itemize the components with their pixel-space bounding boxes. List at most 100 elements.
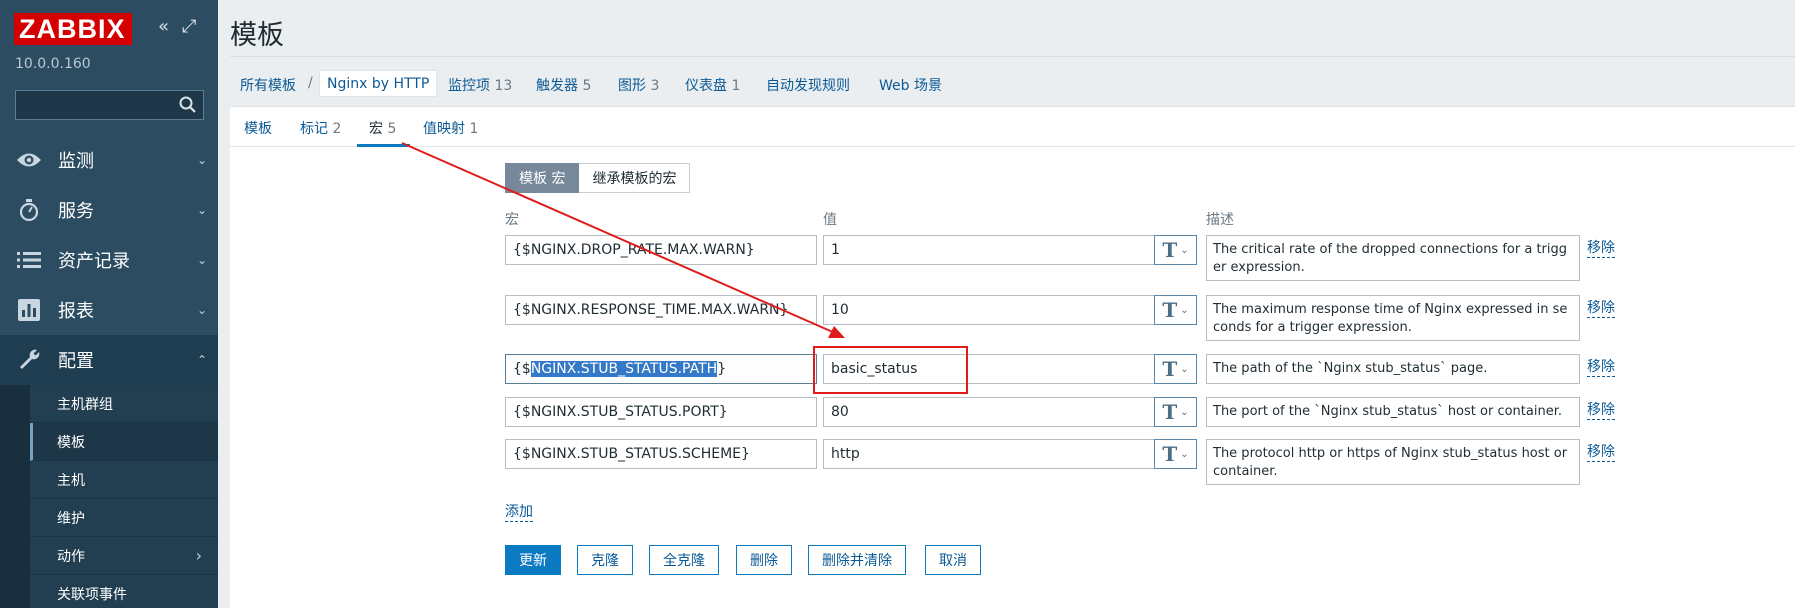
value-type-dropdown[interactable]: T ⌄	[1154, 235, 1197, 265]
submenu-label: 主机	[57, 472, 85, 489]
macro-value-input[interactable]: 80	[823, 397, 1187, 427]
value-type-dropdown[interactable]: T ⌄	[1154, 439, 1197, 469]
menu-reports[interactable]: 报表 ⌄	[0, 285, 218, 335]
macro-name-input[interactable]: {$NGINX.RESPONSE_TIME.MAX.WARN}	[505, 295, 817, 325]
nav-count: 3	[650, 78, 660, 94]
value-type-dropdown[interactable]: T ⌄	[1154, 295, 1197, 325]
macro-description-input[interactable]: The port of the `Nginx stub_status` host…	[1206, 397, 1580, 427]
update-button[interactable]: 更新	[505, 545, 561, 575]
active-tab-indicator	[357, 144, 410, 147]
stopwatch-icon	[0, 198, 58, 222]
wrench-icon	[0, 348, 58, 372]
chevron-down-icon: ⌄	[1180, 363, 1189, 375]
breadcrumb-all-templates[interactable]: 所有模板	[240, 75, 296, 95]
search-icon[interactable]	[178, 95, 198, 115]
chevron-right-icon: ›	[195, 546, 202, 565]
nav-label: 监控项	[448, 78, 490, 94]
delete-and-clear-button[interactable]: 删除并清除	[808, 545, 906, 575]
bar-chart-icon	[0, 299, 58, 321]
tab-count: 1	[469, 121, 479, 137]
macro-value-input[interactable]: http	[823, 439, 1187, 469]
macro-suffix: }	[717, 361, 727, 377]
macro-description-input[interactable]: The protocol http or https of Nginx stub…	[1206, 439, 1580, 485]
kiosk-mode-icon[interactable]: ⤢	[182, 16, 196, 38]
tab-count: 2	[332, 121, 342, 137]
menu-label: 报表	[58, 301, 94, 322]
tab-label: 宏	[369, 121, 383, 137]
menu-inventory[interactable]: 资产记录 ⌄	[0, 235, 218, 285]
submenu-actions[interactable]: 动作 ›	[30, 537, 218, 575]
nav-count: 5	[582, 78, 592, 94]
template-macros-button[interactable]: 模板 宏	[505, 163, 580, 193]
macro-value-input[interactable]: 1	[823, 235, 1187, 265]
chevron-down-icon: ⌄	[1180, 244, 1189, 256]
tab-value-mapping[interactable]: 值映射 1	[423, 118, 478, 138]
menu-label: 资产记录	[58, 251, 130, 272]
menu-label: 服务	[58, 201, 94, 222]
nav-discovery-rules[interactable]: 自动发现规则	[766, 75, 850, 95]
macro-name-input-focused[interactable]: {$ NGINX.STUB_STATUS.PATH}	[505, 354, 817, 384]
macro-description-input[interactable]: The maximum response time of Nginx expre…	[1206, 295, 1580, 341]
nav-dashboards[interactable]: 仪表盘 1	[685, 75, 740, 95]
clone-button[interactable]: 克隆	[577, 545, 633, 575]
sidebar-search-input[interactable]	[15, 90, 204, 120]
text-type-icon: T	[1162, 238, 1178, 262]
breadcrumb-current-template[interactable]: Nginx by HTTP	[319, 70, 438, 97]
macro-value-input[interactable]: 10	[823, 295, 1187, 325]
delete-button[interactable]: 删除	[736, 545, 792, 575]
remove-macro-link[interactable]: 移除	[1587, 300, 1615, 318]
remove-macro-link[interactable]: 移除	[1587, 359, 1615, 377]
nav-label: 图形	[618, 78, 646, 94]
value-type-dropdown[interactable]: T ⌄	[1154, 397, 1197, 427]
nav-web-scenarios[interactable]: Web 场景	[879, 75, 942, 95]
breadcrumb-separator: /	[308, 75, 313, 91]
page-title: 模板	[230, 20, 284, 51]
inherited-macros-button[interactable]: 继承模板的宏	[579, 163, 691, 193]
nav-label: 触发器	[536, 78, 578, 94]
nav-label: 仪表盘	[685, 78, 727, 94]
collapse-sidebar-icon[interactable]: «	[158, 16, 169, 38]
submenu-maintenance[interactable]: 维护	[30, 499, 218, 537]
menu-services[interactable]: 服务 ⌄	[0, 185, 218, 235]
add-macro-link[interactable]: 添加	[505, 504, 533, 522]
nav-graphs[interactable]: 图形 3	[618, 75, 659, 95]
macro-description-input[interactable]: The critical rate of the dropped connect…	[1206, 235, 1580, 281]
remove-macro-link[interactable]: 移除	[1587, 402, 1615, 420]
tab-label: 标记	[300, 121, 328, 137]
menu-configuration[interactable]: 配置 ⌃	[0, 335, 218, 385]
full-clone-button[interactable]: 全克隆	[649, 545, 719, 575]
tab-macros[interactable]: 宏 5	[369, 118, 396, 138]
submenu-templates[interactable]: 模板	[30, 423, 218, 461]
tab-label: 值映射	[423, 121, 465, 137]
breadcrumb: 所有模板 / Nginx by HTTP 监控项 13 触发器 5 图形 3 仪…	[230, 56, 1795, 106]
submenu-event-correlation[interactable]: 关联项事件	[30, 575, 218, 608]
macro-name-input[interactable]: {$NGINX.DROP_RATE.MAX.WARN}	[505, 235, 817, 265]
selected-text: NGINX.STUB_STATUS.PATH	[530, 361, 718, 377]
tab-bar: 模板 标记 2 宏 5 值映射 1	[230, 107, 1795, 147]
eye-icon	[0, 151, 58, 169]
value-type-dropdown[interactable]: T ⌄	[1154, 354, 1197, 384]
nav-triggers[interactable]: 触发器 5	[536, 75, 591, 95]
menu-monitoring[interactable]: 监测 ⌄	[0, 135, 218, 185]
tab-template[interactable]: 模板	[244, 118, 272, 138]
chevron-down-icon: ⌄	[1180, 406, 1189, 418]
submenu-host-groups[interactable]: 主机群组	[30, 385, 218, 423]
submenu-label: 模板	[57, 434, 85, 451]
remove-macro-link[interactable]: 移除	[1587, 240, 1615, 258]
macro-description-input[interactable]: The path of the `Nginx stub_status` page…	[1206, 354, 1580, 384]
cancel-button[interactable]: 取消	[925, 545, 981, 575]
zabbix-logo[interactable]: ZABBIX	[14, 13, 132, 45]
submenu-label: 动作	[57, 548, 85, 565]
column-header-macro: 宏	[505, 212, 519, 228]
submenu-hosts[interactable]: 主机	[30, 461, 218, 499]
remove-macro-link[interactable]: 移除	[1587, 444, 1615, 462]
tab-tags[interactable]: 标记 2	[300, 118, 341, 138]
macro-prefix: {$	[513, 361, 531, 377]
macro-name-input[interactable]: {$NGINX.STUB_STATUS.PORT}	[505, 397, 817, 427]
nav-items[interactable]: 监控项 13	[448, 75, 512, 95]
sidebar: ZABBIX « ⤢ 10.0.0.160 监测 ⌄ 服务 ⌄ 资产记录 ⌄ 报…	[0, 0, 218, 608]
chevron-down-icon: ⌄	[1180, 304, 1189, 316]
list-icon	[0, 251, 58, 269]
text-type-icon: T	[1162, 298, 1178, 322]
macro-name-input[interactable]: {$NGINX.STUB_STATUS.SCHEME}	[505, 439, 817, 469]
